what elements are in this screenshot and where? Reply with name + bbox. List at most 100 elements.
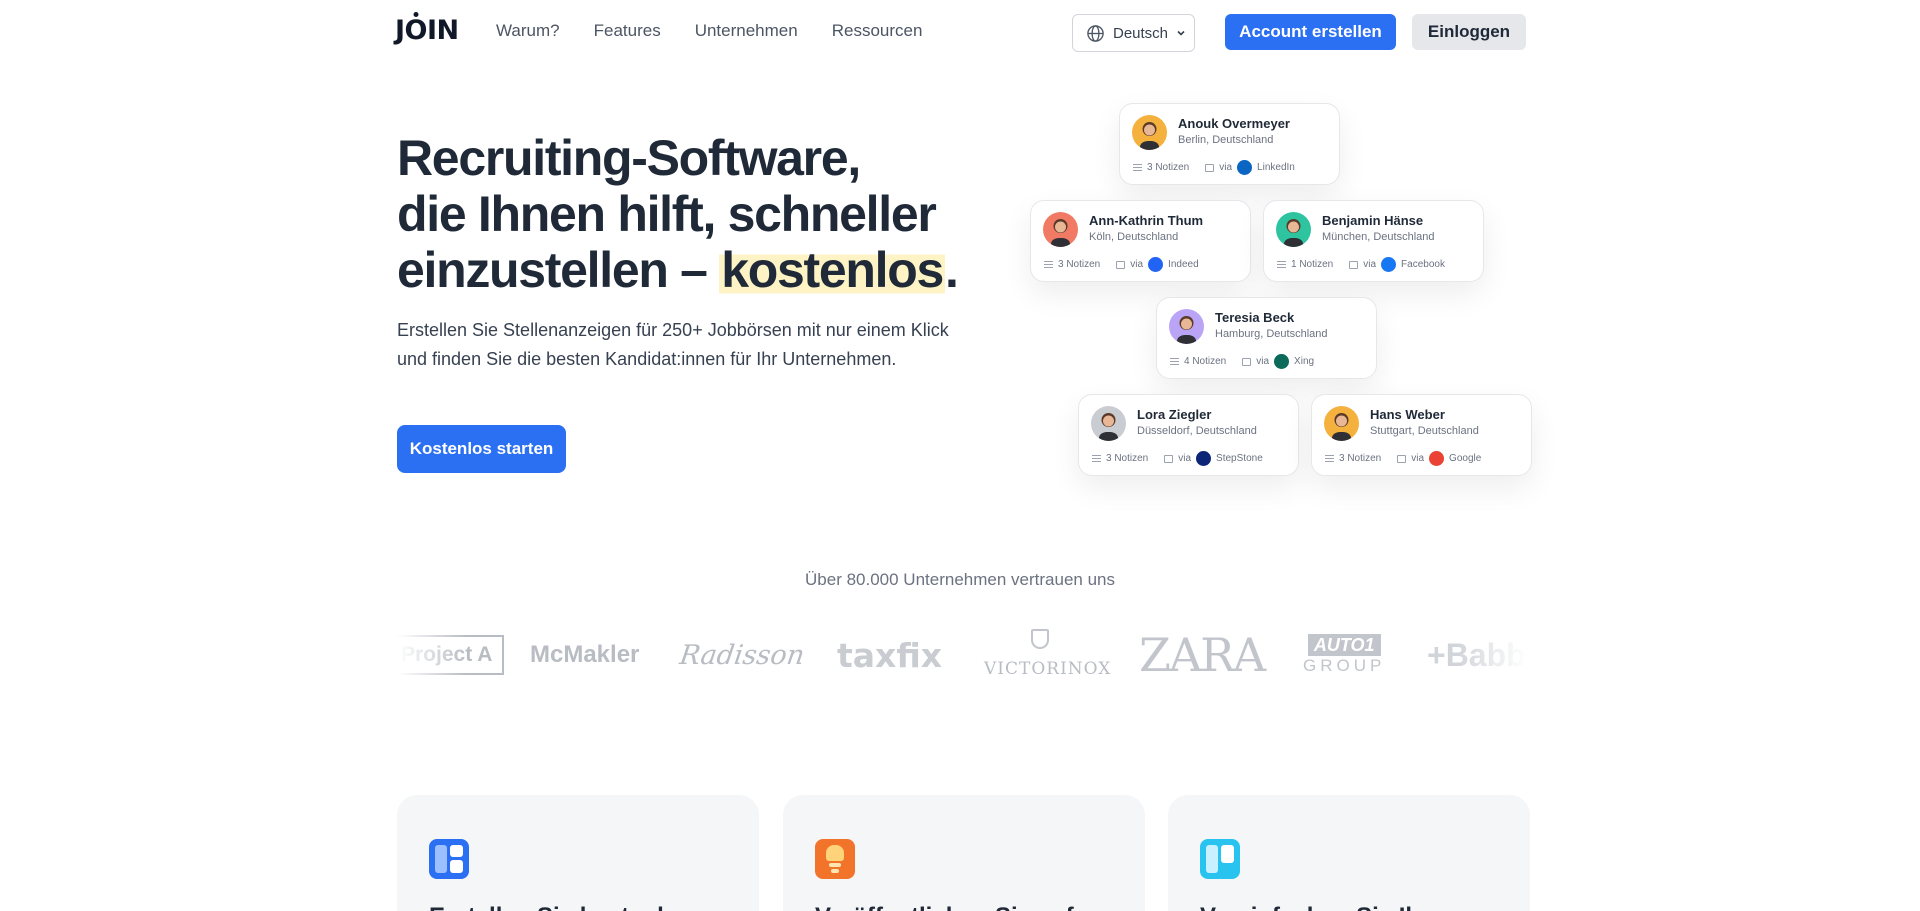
inbox-icon	[1205, 163, 1215, 172]
inbox-icon	[1116, 260, 1126, 269]
stepstone-icon	[1196, 451, 1212, 466]
candidate-notes: 3 Notizen	[1339, 453, 1382, 464]
candidate-source: Facebook	[1401, 259, 1445, 270]
login-button[interactable]: Einloggen	[1412, 14, 1526, 50]
candidate-source: Google	[1449, 453, 1482, 464]
candidate-name: Hans Weber	[1370, 407, 1445, 422]
logo-auto1-group: AUTO1 GROUP	[1303, 625, 1385, 685]
candidate-card[interactable]: Ann-Kathrin Thum Köln, Deutschland 3 Not…	[1030, 200, 1251, 282]
hero-title-line-1: Recruiting-Software,	[397, 130, 861, 186]
nav-link-features[interactable]: Features	[594, 21, 661, 41]
nav-link-ressourcen[interactable]: Ressourcen	[832, 21, 923, 41]
notes-icon	[1133, 164, 1142, 171]
candidate-via: via	[1178, 453, 1192, 464]
feature-title-create: Erstellen Sie kostenlos	[429, 903, 692, 911]
candidate-meta: 3 Notizen via Indeed	[1044, 257, 1199, 272]
candidate-meta: 3 Notizen via Google	[1325, 451, 1481, 466]
candidate-location: Düsseldorf, Deutschland	[1137, 425, 1257, 437]
feature-card-publish[interactable]: Veröffentlichen Sie auf	[783, 795, 1145, 911]
indeed-icon	[1148, 257, 1164, 272]
candidate-via: via	[1411, 453, 1425, 464]
candidate-meta: 4 Notizen via Xing	[1170, 354, 1314, 369]
xing-icon	[1274, 354, 1290, 369]
layout-icon	[429, 839, 469, 879]
logo-mcmakler: McMakler	[530, 641, 640, 668]
notes-icon	[1092, 455, 1101, 462]
hero-title-line-3: einzustellen – kostenlos.	[397, 242, 997, 298]
hero-title-line-3-text: einzustellen –	[397, 242, 720, 298]
candidate-location: Berlin, Deutschland	[1178, 134, 1274, 146]
language-selector[interactable]: Deutsch	[1072, 14, 1195, 52]
logo-project-a: Project A	[397, 635, 505, 675]
candidate-name: Ann-Kathrin Thum	[1089, 213, 1204, 228]
customer-logos: Project A McMakler Radisson taxfix VICTO…	[397, 625, 1527, 685]
join-logo[interactable]: JOIN	[395, 15, 459, 46]
candidate-card[interactable]: Benjamin Hänse München, Deutschland 1 No…	[1263, 200, 1484, 282]
hero-title-line-2: die Ihnen hilft, schneller	[397, 186, 937, 242]
candidate-name: Anouk Overmeyer	[1178, 116, 1290, 131]
candidate-card[interactable]: Lora Ziegler Düsseldorf, Deutschland 3 N…	[1078, 394, 1299, 476]
avatar	[1276, 212, 1311, 247]
globe-icon	[1087, 24, 1104, 42]
inbox-icon	[1164, 454, 1174, 463]
logo-radisson: Radisson	[677, 639, 807, 671]
inbox-icon	[1397, 454, 1407, 463]
inbox-icon	[1242, 357, 1252, 366]
trust-text: Über 80.000 Unternehmen vertrauen uns	[805, 570, 1115, 589]
candidate-meta: 3 Notizen via StepStone	[1092, 451, 1263, 466]
create-account-button[interactable]: Account erstellen	[1225, 14, 1396, 50]
avatar	[1132, 115, 1167, 150]
notes-icon	[1044, 261, 1053, 268]
candidate-via: via	[1130, 259, 1144, 270]
hero-title: Recruiting-Software, die Ihnen hilft, sc…	[397, 130, 997, 298]
hero-subtitle: Erstellen Sie Stellenanzeigen für 250+ J…	[397, 320, 949, 369]
facebook-icon	[1381, 257, 1397, 272]
candidate-notes: 3 Notizen	[1058, 259, 1101, 270]
candidate-via: via	[1219, 162, 1233, 173]
board-icon	[1200, 839, 1240, 879]
candidate-source: Indeed	[1168, 259, 1199, 270]
avatar	[1169, 309, 1204, 344]
language-label: Deutsch	[1113, 24, 1169, 42]
candidate-via: via	[1256, 356, 1270, 367]
notes-icon	[1170, 358, 1179, 365]
candidate-notes: 1 Notizen	[1291, 259, 1334, 270]
logo-babbel: +Babbel	[1427, 636, 1527, 673]
candidate-location: Stuttgart, Deutschland	[1370, 425, 1479, 437]
top-navigation: JOIN Warum? Features Unternehmen Ressour…	[0, 0, 1920, 64]
candidate-name: Teresia Beck	[1215, 310, 1295, 325]
chevron-down-icon	[1177, 30, 1185, 36]
notes-icon	[1277, 261, 1286, 268]
hero-title-highlight: kostenlos	[719, 242, 945, 298]
logo-victorinox: VICTORINOX	[984, 625, 1111, 685]
candidate-notes: 3 Notizen	[1147, 162, 1190, 173]
nav-links: Warum? Features Unternehmen Ressourcen	[496, 21, 922, 41]
publish-icon	[815, 839, 855, 879]
feature-card-create[interactable]: Erstellen Sie kostenlos	[397, 795, 759, 911]
nav-link-unternehmen[interactable]: Unternehmen	[695, 21, 798, 41]
logo-victorinox-text: VICTORINOX	[984, 659, 1112, 679]
nav-link-warum[interactable]: Warum?	[496, 21, 560, 41]
logo-taxfix: taxfix	[837, 635, 943, 675]
notes-icon	[1325, 455, 1334, 462]
candidate-location: Hamburg, Deutschland	[1215, 328, 1328, 340]
candidate-card[interactable]: Teresia Beck Hamburg, Deutschland 4 Noti…	[1156, 297, 1377, 379]
victorinox-cross-icon	[1031, 629, 1049, 649]
candidate-notes: 4 Notizen	[1184, 356, 1227, 367]
candidate-card[interactable]: Anouk Overmeyer Berlin, Deutschland 3 No…	[1119, 103, 1340, 185]
candidate-location: Köln, Deutschland	[1089, 231, 1179, 243]
start-free-button[interactable]: Kostenlos starten	[397, 425, 566, 473]
candidate-notes: 3 Notizen	[1106, 453, 1149, 464]
logo-auto1-text: AUTO1	[1307, 634, 1381, 656]
candidate-meta: 1 Notizen via Facebook	[1277, 257, 1445, 272]
candidate-source: LinkedIn	[1257, 162, 1295, 173]
inbox-icon	[1349, 260, 1359, 269]
logo-group-text: GROUP	[1303, 656, 1386, 675]
hero-title-end: .	[944, 242, 959, 298]
candidate-source: Xing	[1294, 356, 1315, 367]
feature-card-simplify[interactable]: Vereinfachen Sie Ihr	[1168, 795, 1530, 911]
candidate-meta: 3 Notizen via LinkedIn	[1133, 160, 1295, 175]
candidate-via: via	[1363, 259, 1377, 270]
candidate-card[interactable]: Hans Weber Stuttgart, Deutschland 3 Noti…	[1311, 394, 1532, 476]
feature-title-publish: Veröffentlichen Sie auf	[815, 903, 1074, 911]
